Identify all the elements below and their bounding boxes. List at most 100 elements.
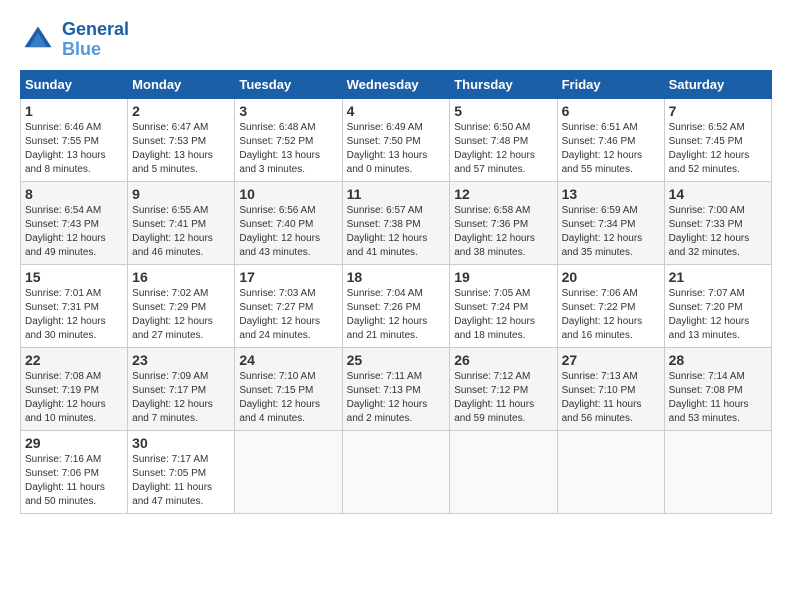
calendar-header-row: SundayMondayTuesdayWednesdayThursdayFrid… [21,70,772,98]
day-info: Sunrise: 7:02 AMSunset: 7:29 PMDaylight:… [132,287,230,343]
day-info: Sunrise: 6:52 AMSunset: 7:45 PMDaylight:… [669,121,767,177]
day-info: Sunrise: 7:05 AMSunset: 7:24 PMDaylight:… [454,287,552,343]
calendar-cell: 10 Sunrise: 6:56 AMSunset: 7:40 PMDaylig… [235,181,342,264]
col-header-friday: Friday [557,70,664,98]
day-info: Sunrise: 7:01 AMSunset: 7:31 PMDaylight:… [25,287,123,343]
calendar-cell: 15 Sunrise: 7:01 AMSunset: 7:31 PMDaylig… [21,264,128,347]
day-info: Sunrise: 7:00 AMSunset: 7:33 PMDaylight:… [669,204,767,260]
calendar-cell: 16 Sunrise: 7:02 AMSunset: 7:29 PMDaylig… [128,264,235,347]
calendar-cell: 19 Sunrise: 7:05 AMSunset: 7:24 PMDaylig… [450,264,557,347]
day-info: Sunrise: 6:50 AMSunset: 7:48 PMDaylight:… [454,121,552,177]
day-info: Sunrise: 6:59 AMSunset: 7:34 PMDaylight:… [562,204,660,260]
day-number: 8 [25,186,123,202]
calendar-cell: 30 Sunrise: 7:17 AMSunset: 7:05 PMDaylig… [128,430,235,513]
calendar-cell: 6 Sunrise: 6:51 AMSunset: 7:46 PMDayligh… [557,98,664,181]
day-info: Sunrise: 6:57 AMSunset: 7:38 PMDaylight:… [347,204,446,260]
calendar-cell [557,430,664,513]
calendar-cell: 29 Sunrise: 7:16 AMSunset: 7:06 PMDaylig… [21,430,128,513]
calendar-cell: 1 Sunrise: 6:46 AMSunset: 7:55 PMDayligh… [21,98,128,181]
col-header-saturday: Saturday [664,70,771,98]
day-number: 5 [454,103,552,119]
day-number: 21 [669,269,767,285]
day-info: Sunrise: 6:55 AMSunset: 7:41 PMDaylight:… [132,204,230,260]
day-number: 26 [454,352,552,368]
day-info: Sunrise: 7:17 AMSunset: 7:05 PMDaylight:… [132,453,230,509]
day-info: Sunrise: 7:16 AMSunset: 7:06 PMDaylight:… [25,453,123,509]
calendar-cell: 7 Sunrise: 6:52 AMSunset: 7:45 PMDayligh… [664,98,771,181]
day-info: Sunrise: 6:47 AMSunset: 7:53 PMDaylight:… [132,121,230,177]
col-header-sunday: Sunday [21,70,128,98]
col-header-monday: Monday [128,70,235,98]
day-info: Sunrise: 7:04 AMSunset: 7:26 PMDaylight:… [347,287,446,343]
day-number: 9 [132,186,230,202]
calendar-cell [450,430,557,513]
day-info: Sunrise: 6:51 AMSunset: 7:46 PMDaylight:… [562,121,660,177]
day-info: Sunrise: 7:07 AMSunset: 7:20 PMDaylight:… [669,287,767,343]
calendar-week-2: 8 Sunrise: 6:54 AMSunset: 7:43 PMDayligh… [21,181,772,264]
day-number: 14 [669,186,767,202]
calendar-cell: 23 Sunrise: 7:09 AMSunset: 7:17 PMDaylig… [128,347,235,430]
logo-icon [20,22,56,58]
day-number: 7 [669,103,767,119]
day-number: 4 [347,103,446,119]
calendar-cell: 27 Sunrise: 7:13 AMSunset: 7:10 PMDaylig… [557,347,664,430]
day-info: Sunrise: 6:49 AMSunset: 7:50 PMDaylight:… [347,121,446,177]
calendar-cell: 9 Sunrise: 6:55 AMSunset: 7:41 PMDayligh… [128,181,235,264]
calendar-cell: 20 Sunrise: 7:06 AMSunset: 7:22 PMDaylig… [557,264,664,347]
calendar-cell: 28 Sunrise: 7:14 AMSunset: 7:08 PMDaylig… [664,347,771,430]
day-number: 22 [25,352,123,368]
calendar-week-5: 29 Sunrise: 7:16 AMSunset: 7:06 PMDaylig… [21,430,772,513]
day-number: 3 [239,103,337,119]
calendar-cell: 8 Sunrise: 6:54 AMSunset: 7:43 PMDayligh… [21,181,128,264]
day-number: 18 [347,269,446,285]
day-info: Sunrise: 6:46 AMSunset: 7:55 PMDaylight:… [25,121,123,177]
day-number: 1 [25,103,123,119]
calendar-cell: 24 Sunrise: 7:10 AMSunset: 7:15 PMDaylig… [235,347,342,430]
calendar-cell: 25 Sunrise: 7:11 AMSunset: 7:13 PMDaylig… [342,347,450,430]
logo-text: General Blue [62,20,129,60]
calendar-cell: 22 Sunrise: 7:08 AMSunset: 7:19 PMDaylig… [21,347,128,430]
day-number: 12 [454,186,552,202]
calendar-cell: 21 Sunrise: 7:07 AMSunset: 7:20 PMDaylig… [664,264,771,347]
day-number: 29 [25,435,123,451]
day-info: Sunrise: 7:10 AMSunset: 7:15 PMDaylight:… [239,370,337,426]
day-info: Sunrise: 7:08 AMSunset: 7:19 PMDaylight:… [25,370,123,426]
calendar-week-4: 22 Sunrise: 7:08 AMSunset: 7:19 PMDaylig… [21,347,772,430]
calendar-cell: 17 Sunrise: 7:03 AMSunset: 7:27 PMDaylig… [235,264,342,347]
day-number: 28 [669,352,767,368]
calendar-cell: 12 Sunrise: 6:58 AMSunset: 7:36 PMDaylig… [450,181,557,264]
day-info: Sunrise: 7:14 AMSunset: 7:08 PMDaylight:… [669,370,767,426]
calendar-cell: 3 Sunrise: 6:48 AMSunset: 7:52 PMDayligh… [235,98,342,181]
day-number: 6 [562,103,660,119]
day-number: 16 [132,269,230,285]
day-number: 13 [562,186,660,202]
col-header-thursday: Thursday [450,70,557,98]
day-info: Sunrise: 6:56 AMSunset: 7:40 PMDaylight:… [239,204,337,260]
day-number: 19 [454,269,552,285]
day-info: Sunrise: 7:03 AMSunset: 7:27 PMDaylight:… [239,287,337,343]
calendar-week-1: 1 Sunrise: 6:46 AMSunset: 7:55 PMDayligh… [21,98,772,181]
calendar-cell: 11 Sunrise: 6:57 AMSunset: 7:38 PMDaylig… [342,181,450,264]
day-info: Sunrise: 6:58 AMSunset: 7:36 PMDaylight:… [454,204,552,260]
calendar-cell: 5 Sunrise: 6:50 AMSunset: 7:48 PMDayligh… [450,98,557,181]
day-number: 10 [239,186,337,202]
calendar-cell [664,430,771,513]
col-header-wednesday: Wednesday [342,70,450,98]
calendar-cell: 26 Sunrise: 7:12 AMSunset: 7:12 PMDaylig… [450,347,557,430]
day-number: 24 [239,352,337,368]
day-info: Sunrise: 7:06 AMSunset: 7:22 PMDaylight:… [562,287,660,343]
day-info: Sunrise: 7:11 AMSunset: 7:13 PMDaylight:… [347,370,446,426]
day-number: 20 [562,269,660,285]
day-number: 15 [25,269,123,285]
logo: General Blue [20,20,129,60]
day-info: Sunrise: 6:48 AMSunset: 7:52 PMDaylight:… [239,121,337,177]
day-number: 27 [562,352,660,368]
calendar-cell: 4 Sunrise: 6:49 AMSunset: 7:50 PMDayligh… [342,98,450,181]
day-number: 11 [347,186,446,202]
calendar-cell [235,430,342,513]
calendar-table: SundayMondayTuesdayWednesdayThursdayFrid… [20,70,772,514]
day-info: Sunrise: 7:12 AMSunset: 7:12 PMDaylight:… [454,370,552,426]
col-header-tuesday: Tuesday [235,70,342,98]
day-number: 2 [132,103,230,119]
day-number: 23 [132,352,230,368]
